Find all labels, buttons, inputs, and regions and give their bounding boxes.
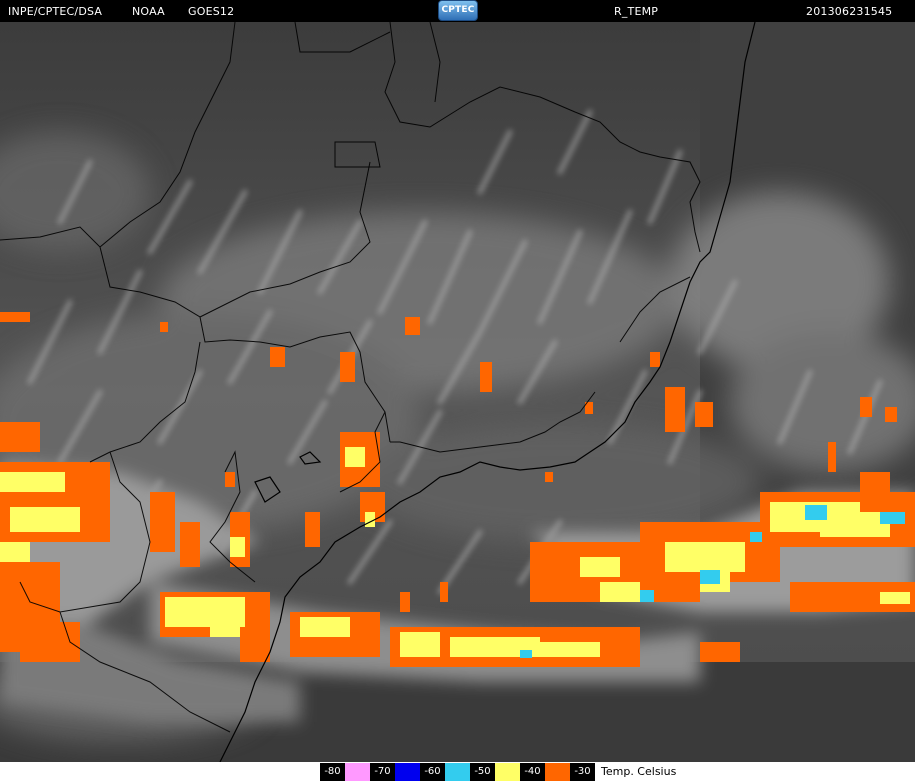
legend-bar: -80 -70 -60 -50 -40 -30 Temp. Celsius	[0, 762, 915, 782]
legend-label-minus70: -70	[370, 763, 395, 781]
legend-swatch-cyan	[445, 763, 470, 781]
legend-swatch-pink	[345, 763, 370, 781]
temperature-legend: -80 -70 -60 -50 -40 -30 Temp. Celsius	[320, 763, 676, 781]
legend-title: Temp. Celsius	[601, 765, 677, 778]
cptec-logo: CPTEC	[438, 0, 478, 21]
legend-label-minus30: -30	[570, 763, 595, 781]
satellite-image	[0, 22, 915, 762]
product-label: R_TEMP	[614, 5, 659, 18]
source-label: NOAA	[132, 5, 165, 18]
timestamp-label: 201306231545	[806, 5, 893, 18]
satellite-label: GOES12	[188, 5, 235, 18]
agency-label: INPE/CPTEC/DSA	[8, 5, 103, 18]
legend-label-minus40: -40	[520, 763, 545, 781]
legend-swatch-orange	[545, 763, 570, 781]
legend-swatch-blue	[395, 763, 420, 781]
legend-label-minus60: -60	[420, 763, 445, 781]
legend-swatch-yellow	[495, 763, 520, 781]
legend-label-minus80: -80	[320, 763, 345, 781]
legend-label-minus50: -50	[470, 763, 495, 781]
header-bar: INPE/CPTEC/DSA NOAA GOES12 CPTEC R_TEMP …	[0, 0, 915, 22]
